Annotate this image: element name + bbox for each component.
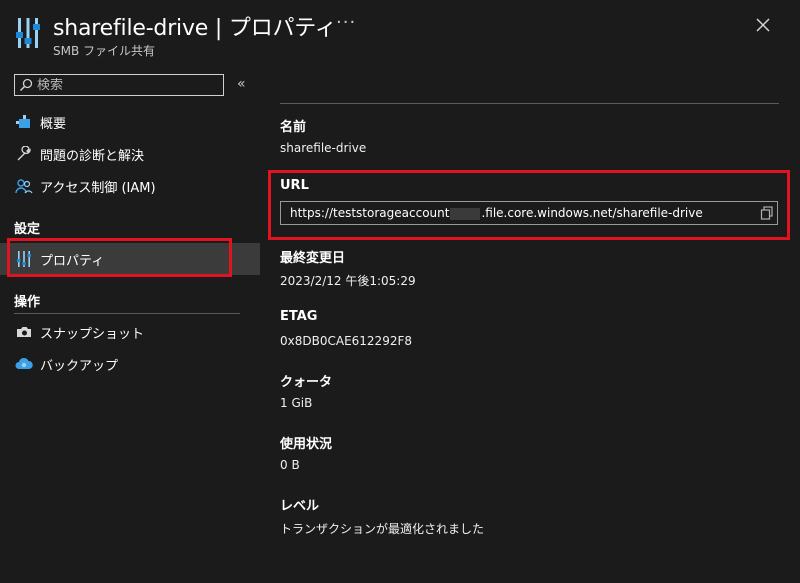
quota-label: クォータ: [280, 375, 333, 390]
usage-label: 使用状況: [280, 437, 333, 452]
more-options-button[interactable]: ···: [336, 12, 356, 33]
collapse-menu-button[interactable]: «: [237, 76, 246, 92]
modified-label: 最終変更日: [280, 251, 346, 266]
sidebar-item-label: バックアップ: [40, 358, 119, 374]
sidebar-item-label: 問題の診断と解決: [40, 148, 145, 164]
name-value: sharefile-drive: [280, 141, 367, 155]
people-icon: [13, 177, 35, 195]
overview-icon: [13, 113, 35, 131]
section-settings: 設定: [14, 222, 41, 237]
highlight-box-url: [268, 170, 790, 240]
sidebar-item-overview[interactable]: 概要: [0, 106, 260, 138]
quota-value: 1 GiB: [280, 396, 313, 410]
sidebar-item-label: スナップショット: [40, 326, 145, 342]
wrench-icon: [13, 145, 35, 163]
sidebar-item-label: アクセス制御 (IAM): [40, 180, 156, 196]
page-title: sharefile-drive | プロパティ: [53, 16, 337, 41]
highlight-box-properties: [7, 238, 232, 277]
name-label: 名前: [280, 120, 307, 135]
section-operations: 操作: [14, 295, 41, 310]
search-box[interactable]: [14, 74, 224, 96]
cloud-backup-icon: [13, 355, 35, 373]
divider: [14, 313, 240, 314]
tier-value: トランザクションが最適化されました: [280, 522, 485, 536]
divider: [280, 103, 779, 104]
page-subtitle: SMB ファイル共有: [53, 44, 156, 58]
search-input[interactable]: [37, 77, 207, 93]
etag-label: ETAG: [280, 309, 318, 324]
usage-value: 0 B: [280, 458, 300, 472]
sidebar-item-snapshot[interactable]: スナップショット: [0, 316, 260, 348]
camera-icon: [13, 323, 35, 341]
modified-value: 2023/2/12 午後1:05:29: [280, 274, 416, 288]
sidebar-item-label: 概要: [40, 116, 67, 132]
sidebar-item-diagnose[interactable]: 問題の診断と解決: [0, 138, 260, 170]
properties-sliders-icon: [16, 18, 40, 48]
sidebar-item-backup[interactable]: バックアップ: [0, 348, 260, 380]
tier-label: レベル: [280, 499, 320, 514]
search-icon: [19, 78, 33, 92]
etag-value: 0x8DB0CAE612292F8: [280, 334, 412, 348]
sidebar-item-iam[interactable]: アクセス制御 (IAM): [0, 170, 260, 202]
close-icon[interactable]: [752, 14, 774, 36]
